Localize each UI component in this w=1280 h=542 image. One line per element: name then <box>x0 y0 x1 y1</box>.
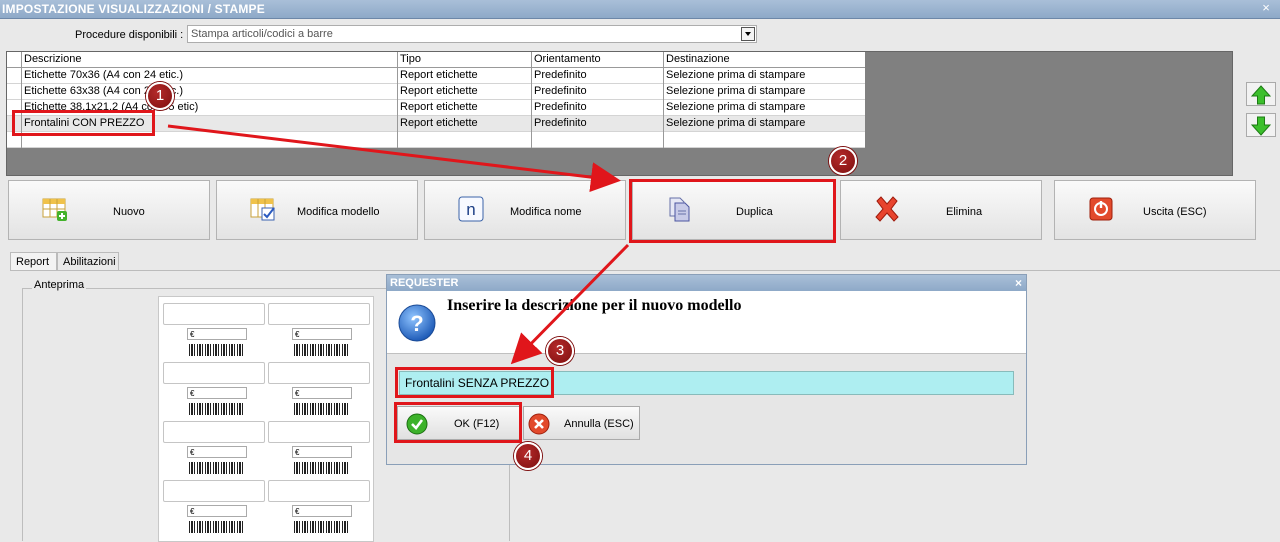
barcode-icon <box>294 344 350 356</box>
table-header: Descrizione Tipo Orientamento Destinazio… <box>7 52 865 68</box>
requester-dialog: REQUESTER × ? Inserire la descrizione pe… <box>386 274 1027 465</box>
table-cell: Etichette 70x36 (A4 con 24 etic.) <box>21 68 397 84</box>
duplicate-button-label: Duplica <box>736 206 773 218</box>
delete-button[interactable]: Elimina <box>840 180 1042 240</box>
description-input-value: Frontalini SENZA PREZZO <box>405 376 550 390</box>
preview-label-card: € <box>268 480 370 536</box>
cancel-button-label: Annulla (ESC) <box>564 418 634 430</box>
rename-button-label: Modifica nome <box>510 206 582 218</box>
question-icon: ? <box>398 304 436 342</box>
table-cell: Etichette 38,1x21,2 (A4 con 65 etic) <box>21 100 397 116</box>
procedure-label: Procedure disponibili : <box>75 29 184 41</box>
new-grid-icon <box>42 198 67 221</box>
preview-label-card: € <box>163 303 265 359</box>
exit-button[interactable]: Uscita (ESC) <box>1054 180 1256 240</box>
table-row[interactable]: Etichette 38,1x21,2 (A4 con 65 etic) Rep… <box>7 100 865 116</box>
preview-label-card: € <box>163 480 265 536</box>
dialog-close-icon[interactable]: × <box>1015 276 1022 290</box>
rename-icon: n <box>458 196 484 222</box>
preview-label-card: € <box>163 362 265 418</box>
dialog-titlebar: REQUESTER × <box>387 275 1026 291</box>
new-button[interactable]: Nuovo <box>8 180 210 240</box>
preview-label-card: € <box>268 421 370 477</box>
exit-button-label: Uscita (ESC) <box>1143 206 1207 218</box>
arrow-down-icon <box>1251 116 1271 136</box>
svg-text:?: ? <box>410 311 423 336</box>
window-close-icon[interactable]: × <box>1258 1 1274 15</box>
edit-model-button-label: Modifica modello <box>297 206 380 218</box>
table-row[interactable]: Etichette 70x36 (A4 con 24 etic.) Report… <box>7 68 865 84</box>
power-icon <box>1089 197 1113 221</box>
edit-model-button[interactable]: Modifica modello <box>216 180 418 240</box>
table-cell: Predefinito <box>531 100 663 116</box>
grid-area: Descrizione Tipo Orientamento Destinazio… <box>6 51 1233 176</box>
table-cell: Report etichette <box>397 68 531 84</box>
preview-label-card: € <box>163 421 265 477</box>
duplicate-icon <box>669 197 690 222</box>
cancel-x-icon <box>528 413 550 435</box>
table-cell: Report etichette <box>397 84 531 100</box>
column-header[interactable]: Orientamento <box>531 52 663 68</box>
table-cell: Etichette 63x38 (A4 con 21 etic.) <box>21 84 397 100</box>
table-cell: Report etichette <box>397 100 531 116</box>
table-cell: Predefinito <box>531 116 663 132</box>
chevron-down-icon[interactable] <box>741 27 755 41</box>
window-titlebar: IMPOSTAZIONE VISUALIZZAZIONI / STAMPE × <box>0 0 1280 19</box>
toolbar: Nuovo Modifica modello n Modifica nome D… <box>8 180 1258 240</box>
move-up-button[interactable] <box>1246 82 1276 106</box>
table-cell: Report etichette <box>397 116 531 132</box>
procedure-select-value: Stampa articoli/codici a barre <box>191 28 333 40</box>
table-cell: Predefinito <box>531 68 663 84</box>
rename-button[interactable]: n Modifica nome <box>424 180 626 240</box>
step-badge-4: 4 <box>514 442 542 470</box>
table-cell: Frontalini CON PREZZO <box>21 116 397 132</box>
barcode-icon <box>189 403 245 415</box>
arrow-up-icon <box>1251 85 1271 105</box>
description-input[interactable]: Frontalini SENZA PREZZO <box>399 371 1014 395</box>
svg-text:n: n <box>466 200 475 219</box>
table-cell: Selezione prima di stampare <box>663 116 865 132</box>
delete-x-icon <box>875 196 899 222</box>
table-cell: Selezione prima di stampare <box>663 68 865 84</box>
barcode-icon <box>189 462 245 474</box>
models-table: Descrizione Tipo Orientamento Destinazio… <box>7 52 865 148</box>
barcode-icon <box>294 521 350 533</box>
barcode-icon <box>294 403 350 415</box>
cancel-button[interactable]: Annulla (ESC) <box>523 406 640 440</box>
step-badge-3: 3 <box>546 337 574 365</box>
new-button-label: Nuovo <box>113 206 145 218</box>
dialog-message-area: ? Inserire la descrizione per il nuovo m… <box>387 291 1026 354</box>
table-row[interactable]: Etichette 63x38 (A4 con 21 etic.) Report… <box>7 84 865 100</box>
preview-label: Anteprima <box>32 279 87 291</box>
step-badge-1: 1 <box>146 82 174 110</box>
check-icon <box>406 413 428 435</box>
move-down-button[interactable] <box>1246 113 1276 137</box>
table-row-empty[interactable] <box>7 132 865 148</box>
dialog-title: REQUESTER <box>390 277 459 289</box>
table-row-selected[interactable]: Frontalini CON PREZZO Report etichette P… <box>7 116 865 132</box>
column-header[interactable]: Tipo <box>397 52 531 68</box>
ok-button[interactable]: OK (F12) <box>397 406 521 440</box>
tab-report[interactable]: Report <box>10 252 57 270</box>
column-header[interactable]: Descrizione <box>21 52 397 68</box>
table-cell: Selezione prima di stampare <box>663 100 865 116</box>
preview-page: € € € € € € € € <box>158 296 374 542</box>
duplicate-button[interactable]: Duplica <box>632 180 834 240</box>
edit-model-icon <box>250 198 275 221</box>
step-badge-2: 2 <box>829 147 857 175</box>
table-cell: Selezione prima di stampare <box>663 84 865 100</box>
preview-label-card: € <box>268 362 370 418</box>
ok-button-label: OK (F12) <box>454 418 500 430</box>
dialog-message: Inserire la descrizione per il nuovo mod… <box>447 297 742 314</box>
preview-label-card: € <box>268 303 370 359</box>
table-cell: Predefinito <box>531 84 663 100</box>
tab-abilitazioni[interactable]: Abilitazioni <box>57 252 119 270</box>
procedure-select[interactable]: Stampa articoli/codici a barre <box>187 25 757 43</box>
delete-button-label: Elimina <box>946 206 983 218</box>
window-title: IMPOSTAZIONE VISUALIZZAZIONI / STAMPE <box>2 2 265 16</box>
barcode-icon <box>294 462 350 474</box>
column-header[interactable]: Destinazione <box>663 52 865 68</box>
barcode-icon <box>189 344 245 356</box>
barcode-icon <box>189 521 245 533</box>
